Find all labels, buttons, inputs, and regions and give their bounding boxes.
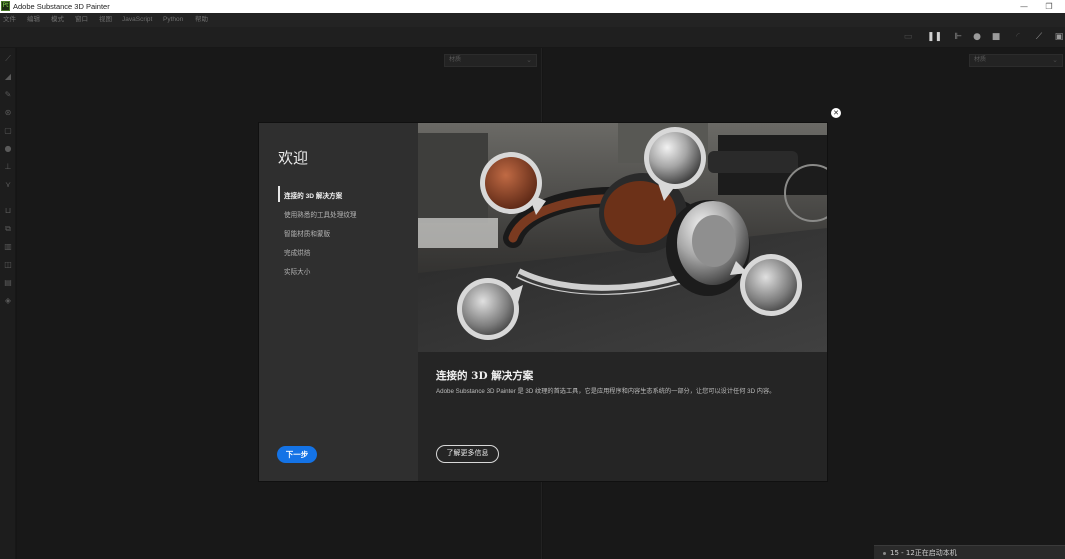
display-icon[interactable]: ◫: [3, 260, 13, 270]
chevron-down-icon: ⌄: [526, 57, 532, 64]
bake-icon[interactable]: ⋎: [3, 180, 13, 190]
next-button[interactable]: 下一步: [277, 446, 317, 463]
learn-more-button[interactable]: 了解更多信息: [436, 445, 499, 463]
menu-file[interactable]: 文件: [3, 13, 16, 27]
restore-button[interactable]: ❐: [1041, 0, 1057, 13]
chevron-down-icon: ⌄: [1052, 57, 1058, 64]
menu-view[interactable]: 视图: [99, 13, 112, 27]
headphones-illustration: [418, 123, 827, 352]
status-dot-icon: [883, 551, 886, 555]
menu-javascript[interactable]: JavaScript: [122, 13, 152, 27]
viewport-2d-channel-select[interactable]: 材质 ⌄: [969, 54, 1063, 67]
sphere-icon[interactable]: ●: [971, 31, 983, 43]
clone-icon[interactable]: ●: [3, 144, 13, 154]
smudge-icon[interactable]: ▢: [3, 126, 13, 136]
viewport-3d-channel-value: 材质: [449, 57, 462, 63]
light-icon[interactable]: ◜: [1012, 31, 1024, 43]
status-notification: 15 - 12正在启动本机: [874, 545, 1065, 559]
layers-icon[interactable]: ⧉: [3, 224, 13, 234]
screenshot-icon[interactable]: ▣: [1053, 31, 1065, 43]
hero-image: [418, 123, 827, 352]
texture-set-icon[interactable]: ▥: [3, 242, 13, 252]
shelf-icon[interactable]: ◈: [3, 296, 13, 306]
menu-mode[interactable]: 模式: [51, 13, 64, 27]
paint-icon[interactable]: ⟋: [3, 54, 13, 64]
eraser-icon[interactable]: ◢: [3, 72, 13, 82]
app-logo: Pt: [1, 1, 10, 11]
menu-python[interactable]: Python: [163, 13, 183, 27]
menu-window[interactable]: 窗口: [75, 13, 88, 27]
geometry-fill-icon[interactable]: ⊛: [3, 108, 13, 118]
close-dialog-button[interactable]: ✕: [831, 108, 841, 118]
title-bar: Pt Adobe Substance 3D Painter — ❐: [0, 0, 1065, 13]
active-nav-indicator: [278, 186, 280, 202]
menu-edit[interactable]: 编辑: [27, 13, 40, 27]
nav-item-connected-3d[interactable]: 连接的 3D 解决方案: [284, 190, 342, 200]
log-icon[interactable]: ▤: [3, 278, 13, 288]
notification-text: 15 - 12正在启动本机: [890, 549, 957, 557]
export-icon[interactable]: ⊔: [3, 206, 13, 216]
content-title: 连接的 3D 解决方案: [436, 370, 534, 382]
minimize-button[interactable]: —: [1016, 0, 1032, 13]
symmetry-icon[interactable]: ⊩: [951, 31, 965, 43]
grid-icon[interactable]: ▭: [902, 31, 914, 43]
window-title: Adobe Substance 3D Painter: [13, 2, 110, 11]
nav-item-actual-size[interactable]: 实际大小: [284, 266, 310, 276]
brush-icon[interactable]: ⟋: [1033, 31, 1045, 43]
dialog-content: 连接的 3D 解决方案 Adobe Substance 3D Painter 是…: [418, 123, 827, 481]
toolbar: ▭ ❚❚ ⊩ ● ■ ◜ ⟋ ▣: [0, 27, 1065, 48]
viewport-3d-channel-select[interactable]: 材质 ⌄: [444, 54, 537, 67]
nav-item-baking[interactable]: 完成烘焙: [284, 247, 310, 257]
material-picker-icon[interactable]: ⊥: [3, 162, 13, 172]
viewport-2d-channel-value: 材质: [974, 57, 987, 63]
camera-icon[interactable]: ■: [989, 31, 1003, 43]
dialog-sidebar: 欢迎 连接的 3D 解决方案 使用熟悉的工具处理纹理 智能材质和蒙版 完成烘焙 …: [259, 123, 418, 481]
welcome-dialog: 欢迎 连接的 3D 解决方案 使用熟悉的工具处理纹理 智能材质和蒙版 完成烘焙 …: [259, 123, 827, 481]
projection-icon[interactable]: ✎: [3, 90, 13, 100]
pause-icon[interactable]: ❚❚: [927, 31, 942, 43]
content-description: Adobe Substance 3D Painter 是 3D 纹理的首选工具，…: [436, 388, 776, 395]
nav-item-smart-materials[interactable]: 智能材质和蒙版: [284, 228, 330, 238]
tool-strip: ⟋ ◢ ✎ ⊛ ▢ ● ⊥ ⋎ ⊔ ⧉ ▥ ◫ ▤ ◈: [0, 48, 16, 559]
dialog-title: 欢迎: [278, 149, 309, 167]
menu-help[interactable]: 帮助: [195, 13, 208, 27]
menu-bar: 文件 编辑 模式 窗口 视图 JavaScript Python 帮助: [0, 13, 1065, 27]
nav-item-familiar-tools[interactable]: 使用熟悉的工具处理纹理: [284, 209, 357, 219]
